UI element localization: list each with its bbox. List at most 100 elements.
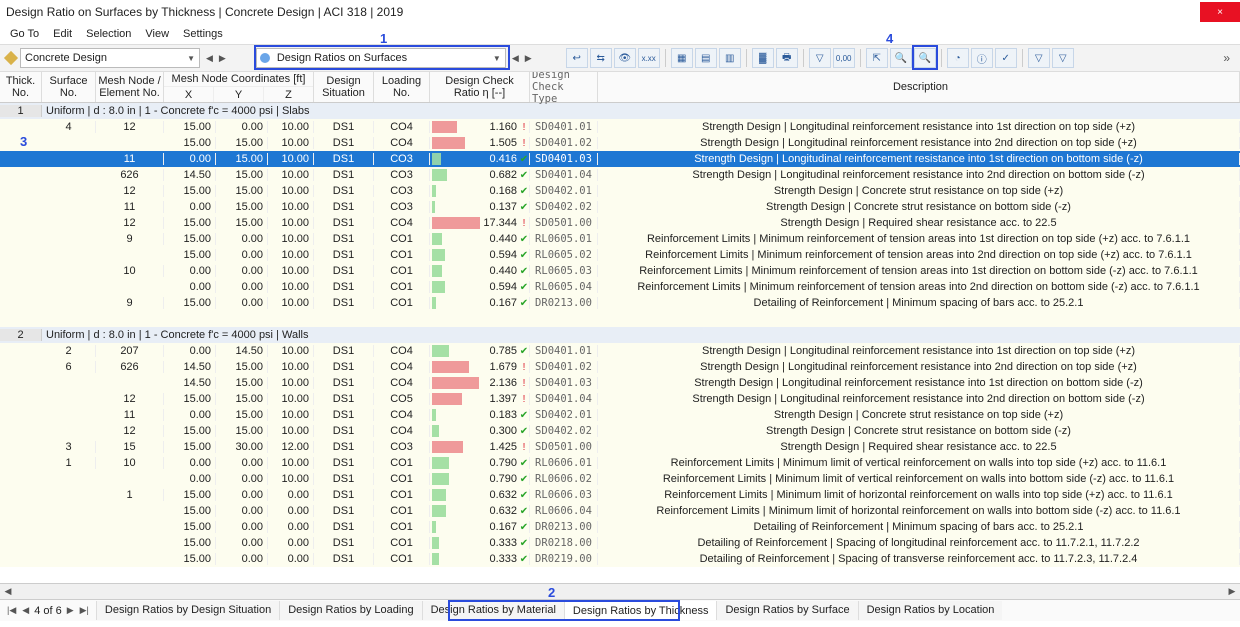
table-row[interactable]: 15.0015.0010.00DS1CO41.505!SD0401.02Stre… [0, 135, 1240, 151]
tool-icon[interactable]: ⇱ [866, 48, 888, 68]
cell-x: 0.00 [164, 265, 216, 277]
tool-icon[interactable]: x.xx [638, 48, 660, 68]
ratio-value: 0.632 [446, 489, 519, 501]
table-row[interactable]: 110.0015.0010.00DS1CO40.183✔SD0402.01Str… [0, 407, 1240, 423]
fail-icon: ! [519, 442, 529, 453]
pager-prev-icon[interactable]: ◀ [21, 605, 30, 616]
search-icon[interactable]: 🔍 [890, 48, 912, 68]
tab-design-ratios-by-thickness[interactable]: Design Ratios by Thickness [564, 601, 717, 620]
table-row[interactable]: 662614.5015.0010.00DS1CO41.679!SD0401.02… [0, 359, 1240, 375]
print-icon[interactable]: 🖶 [776, 48, 798, 68]
table-row[interactable]: 41215.000.0010.00DS1CO41.160!SD0401.01St… [0, 119, 1240, 135]
toolbar-overflow-icon[interactable]: » [1223, 51, 1234, 65]
cell-desc: Detailing of Reinforcement | Spacing of … [598, 553, 1240, 565]
table-row[interactable]: 1100.000.0010.00DS1CO10.790✔RL0606.01Rei… [0, 455, 1240, 471]
tab-design-ratios-by-design-situation[interactable]: Design Ratios by Design Situation [96, 601, 279, 620]
pager-first-icon[interactable]: |◀ [6, 605, 17, 616]
table-row[interactable]: 110.0015.0010.00DS1CO30.137✔SD0402.02Str… [0, 199, 1240, 215]
table-row[interactable]: 15.000.000.00DS1CO10.333✔DR0218.00Detail… [0, 535, 1240, 551]
cell-mesh: 10 [96, 457, 164, 469]
menu-settings[interactable]: Settings [177, 26, 229, 42]
tool-icon[interactable]: ▥ [719, 48, 741, 68]
nav-prev-icon[interactable]: ◀ [510, 53, 521, 64]
table-row[interactable]: 915.000.0010.00DS1CO10.440✔RL0605.01Rein… [0, 231, 1240, 247]
cell-x: 15.00 [164, 505, 216, 517]
table-row[interactable]: 15.000.0010.00DS1CO10.594✔RL0605.02Reinf… [0, 247, 1240, 263]
search-plus-icon[interactable]: 🔍 [914, 48, 936, 68]
group-row[interactable]: 2Uniform | d : 8.0 in | 1 - Concrete f'c… [0, 327, 1240, 343]
header-ratio[interactable]: Design Check Ratio η [--] [430, 72, 530, 102]
table-row[interactable]: 15.000.000.00DS1CO10.632✔RL0606.04Reinfo… [0, 503, 1240, 519]
tool-icon[interactable]: 👁 [614, 48, 636, 68]
table-row[interactable]: 1215.0015.0010.00DS1CO30.168✔SD0402.01St… [0, 183, 1240, 199]
header-ds[interactable]: Design Situation [314, 72, 374, 102]
pager-next-icon[interactable]: ▶ [66, 605, 75, 616]
header-y[interactable]: Y [214, 87, 264, 102]
tool-icon[interactable]: ◔ [947, 48, 969, 68]
horizontal-scrollbar[interactable]: ◀ ▶ [0, 583, 1240, 599]
nav-next-icon[interactable]: ▶ [523, 53, 534, 64]
header-surface[interactable]: Surface No. [42, 72, 96, 102]
cell-ds: DS1 [314, 489, 374, 501]
header-x[interactable]: X [164, 87, 214, 102]
table-row[interactable]: 62614.5015.0010.00DS1CO30.682✔SD0401.04S… [0, 167, 1240, 183]
close-button[interactable]: × [1200, 2, 1240, 22]
table-row[interactable]: 115.000.000.00DS1CO10.632✔RL0606.03Reinf… [0, 487, 1240, 503]
header-mesh[interactable]: Mesh Node / Element No. [96, 72, 164, 102]
tool-icon[interactable]: ↩ [566, 48, 588, 68]
tool-icon[interactable]: ✓ [995, 48, 1017, 68]
tab-design-ratios-by-location[interactable]: Design Ratios by Location [858, 601, 1003, 620]
table-row[interactable]: 31515.0030.0012.00DS1CO31.425!SD0501.00S… [0, 439, 1240, 455]
table-row[interactable]: 14.5015.0010.00DS1CO42.136!SD0401.03Stre… [0, 375, 1240, 391]
module-combo[interactable]: Concrete Design ▼ [20, 48, 200, 68]
tool-icon[interactable]: 0,00 [833, 48, 855, 68]
table-row[interactable]: 0.000.0010.00DS1CO10.594✔RL0605.04Reinfo… [0, 279, 1240, 295]
table-row[interactable]: 915.000.0010.00DS1CO10.167✔DR0213.00Deta… [0, 295, 1240, 311]
table-row[interactable]: 15.000.000.00DS1CO10.333✔DR0219.00Detail… [0, 551, 1240, 567]
tool-icon[interactable]: ⇆ [590, 48, 612, 68]
cell-ds: DS1 [314, 265, 374, 277]
table-row[interactable]: 1215.0015.0010.00DS1CO417.344!SD0501.00S… [0, 215, 1240, 231]
tab-design-ratios-by-loading[interactable]: Design Ratios by Loading [279, 601, 421, 620]
table-row[interactable]: 1215.0015.0010.00DS1CO40.300✔SD0402.02St… [0, 423, 1240, 439]
header-desc[interactable]: Description [598, 72, 1240, 102]
nav-prev-icon[interactable]: ◀ [204, 53, 215, 64]
filter-icon[interactable]: ▽ [1028, 48, 1050, 68]
menu-edit[interactable]: Edit [47, 26, 78, 42]
result-combo[interactable]: Design Ratios on Surfaces ▼ [256, 48, 506, 68]
table-row[interactable]: 110.0015.0010.00DS1CO30.416✔SD0401.03Str… [0, 151, 1240, 167]
table-row[interactable]: 1215.0015.0010.00DS1CO51.397!SD0401.04St… [0, 391, 1240, 407]
menu-selection[interactable]: Selection [80, 26, 137, 42]
filter-icon[interactable]: ▽ [1052, 48, 1074, 68]
header-thick[interactable]: Thick. No. [0, 72, 42, 102]
table-row[interactable]: 100.000.0010.00DS1CO10.440✔RL0605.03Rein… [0, 263, 1240, 279]
table-row[interactable]: 15.000.000.00DS1CO10.167✔DR0213.00Detail… [0, 519, 1240, 535]
tool-icon[interactable]: ▦ [671, 48, 693, 68]
nav-next-icon[interactable]: ▶ [217, 53, 228, 64]
header-z[interactable]: Z [264, 87, 313, 102]
tab-design-ratios-by-surface[interactable]: Design Ratios by Surface [716, 601, 857, 620]
filter-icon[interactable]: ▽ [809, 48, 831, 68]
group-row[interactable]: 1Uniform | d : 8.0 in | 1 - Concrete f'c… [0, 103, 1240, 119]
table-row[interactable]: 22070.0014.5010.00DS1CO40.785✔SD0401.01S… [0, 343, 1240, 359]
table-row[interactable]: 0.000.0010.00DS1CO10.790✔RL0606.02Reinfo… [0, 471, 1240, 487]
header-load[interactable]: Loading No. [374, 72, 430, 102]
info-icon[interactable]: ⓘ [971, 48, 993, 68]
cell-desc: Strength Design | Longitudinal reinforce… [598, 361, 1240, 373]
menu-go-to[interactable]: Go To [4, 26, 45, 42]
cell-z: 10.00 [268, 121, 314, 133]
tool-icon[interactable]: ▤ [695, 48, 717, 68]
pager-last-icon[interactable]: ▶| [79, 605, 90, 616]
grid-body[interactable]: 1Uniform | d : 8.0 in | 1 - Concrete f'c… [0, 103, 1240, 583]
ratio-value: 0.333 [439, 537, 519, 549]
result-combo-text: Design Ratios on Surfaces [277, 52, 407, 64]
header-type[interactable]: Design Check Type [530, 72, 598, 102]
cell-type: SD0402.02 [530, 201, 598, 213]
scroll-left-icon[interactable]: ◀ [0, 586, 16, 597]
tool-icon[interactable]: ▓ [752, 48, 774, 68]
tabs: Design Ratios by Design SituationDesign … [96, 601, 1002, 620]
menu-view[interactable]: View [139, 26, 175, 42]
cell-ratio: 1.679! [430, 361, 530, 373]
tab-design-ratios-by-material[interactable]: Design Ratios by Material [422, 601, 564, 620]
scroll-right-icon[interactable]: ▶ [1224, 586, 1240, 597]
